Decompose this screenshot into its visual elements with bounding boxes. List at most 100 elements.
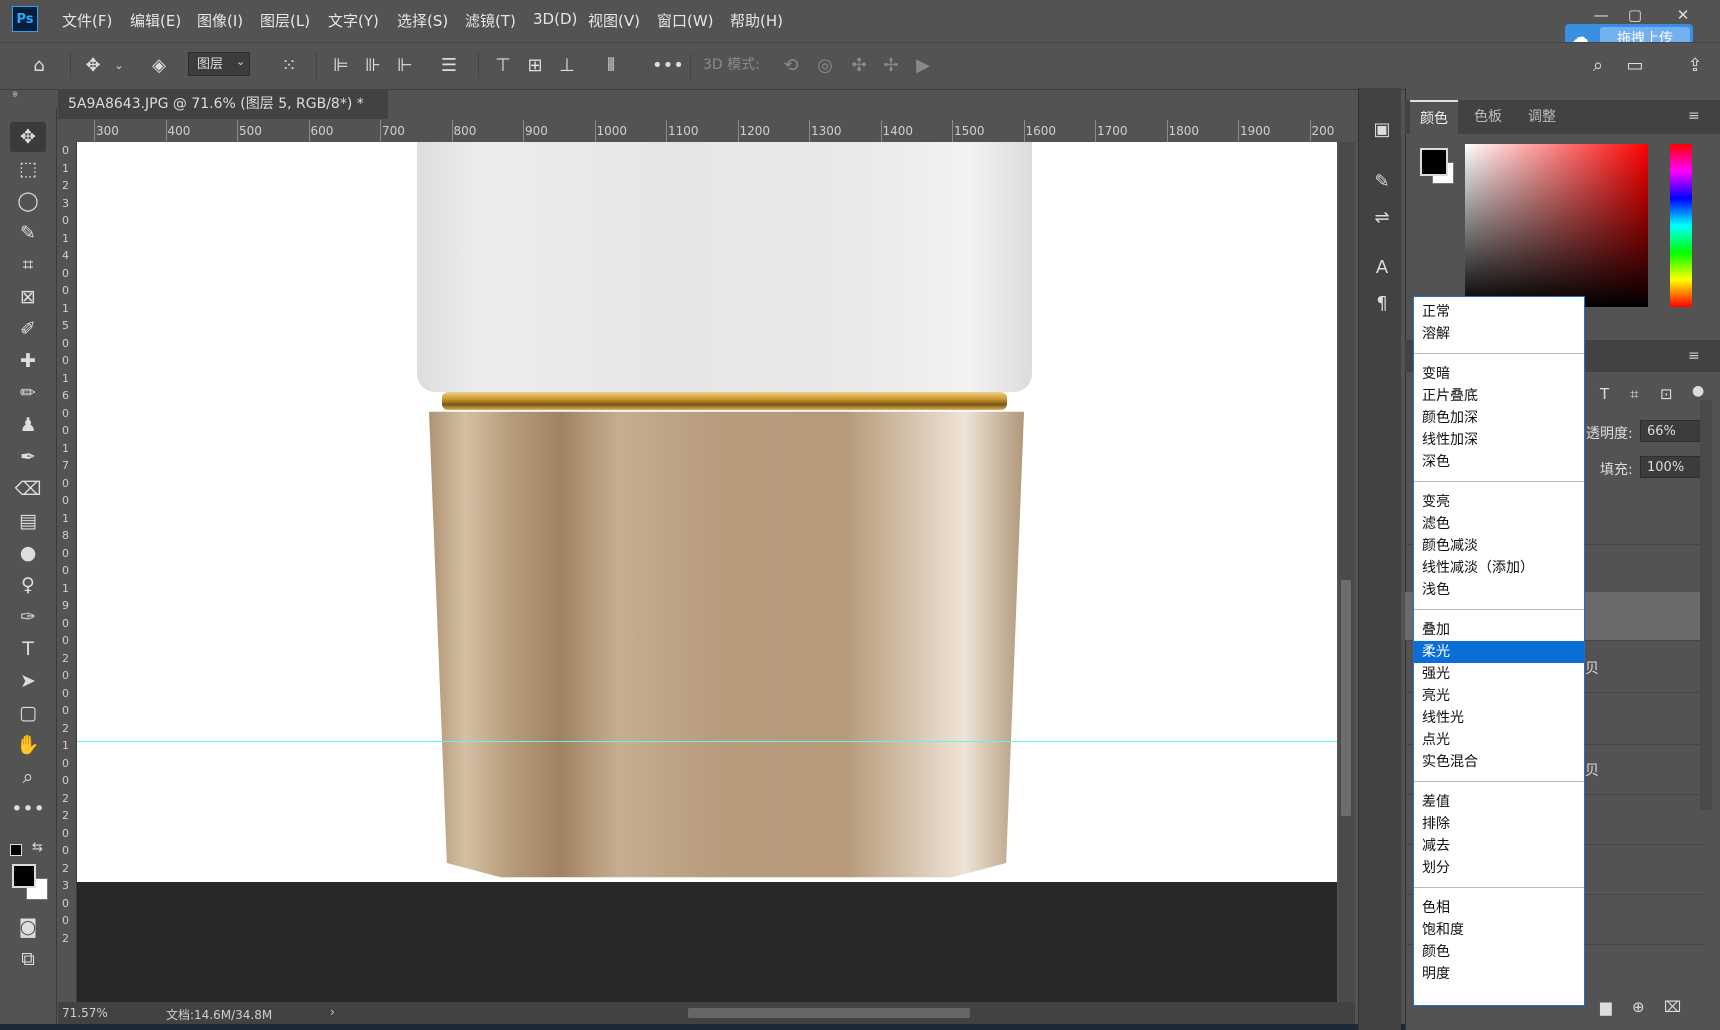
menu-window[interactable]: 窗口(W) [657, 10, 714, 31]
canvas[interactable] [77, 142, 1337, 1006]
blend-mode-option[interactable]: 线性减淡（添加） [1414, 557, 1584, 579]
align-bottom-icon[interactable]: ⊥ [554, 53, 580, 79]
smart-object-filter-icon[interactable]: ⊡ [1660, 385, 1673, 403]
blend-mode-option[interactable]: 强光 [1414, 663, 1584, 685]
more-options-icon[interactable]: ••• [652, 53, 684, 79]
blend-mode-option[interactable]: 柔光 [1414, 641, 1584, 663]
blend-mode-option[interactable]: 点光 [1414, 729, 1584, 751]
dodge-tool-icon[interactable]: ♀ [10, 570, 46, 600]
blend-mode-option[interactable]: 线性光 [1414, 707, 1584, 729]
vertical-scrollbar[interactable] [1339, 142, 1355, 1004]
libraries-icon[interactable]: ▣ [1368, 116, 1396, 144]
blur-tool-icon[interactable]: ● [10, 538, 46, 568]
swap-colors-icon[interactable]: ⇆ [32, 840, 43, 855]
chevron-right-icon[interactable]: › [330, 1005, 335, 1019]
menu-help[interactable]: 帮助(H) [730, 10, 783, 31]
tab-color[interactable]: 颜色 [1410, 100, 1458, 136]
delete-layer-icon[interactable]: ⌧ [1664, 998, 1681, 1016]
menu-filter[interactable]: 滤镜(T) [465, 10, 516, 31]
stamp-tool-icon[interactable]: ♟ [10, 410, 46, 440]
lasso-tool-icon[interactable]: ◯ [10, 186, 46, 216]
align-center-icon[interactable]: ⊪ [360, 53, 386, 79]
edit-toolbar-icon[interactable]: ••• [10, 794, 46, 824]
blend-mode-option[interactable]: 深色 [1414, 451, 1584, 473]
blend-mode-option[interactable]: 亮光 [1414, 685, 1584, 707]
new-layer-icon[interactable]: ⊕ [1632, 998, 1645, 1016]
zoom-tool-icon[interactable]: ⌕ [10, 762, 46, 792]
blend-mode-option[interactable]: 线性加深 [1414, 429, 1584, 451]
hand-tool-icon[interactable]: ✋ [10, 730, 46, 760]
panel-foreground-swatch[interactable] [1420, 148, 1448, 176]
opacity-input[interactable]: 66% [1640, 420, 1708, 442]
document-tab[interactable]: 5A9A8643.JPG @ 71.6% (图层 5, RGB/8*) * ✕ [58, 89, 388, 142]
healing-brush-tool-icon[interactable]: ✚ [10, 346, 46, 376]
frame-tool-icon[interactable]: ⊠ [10, 282, 46, 312]
blend-mode-option[interactable]: 差值 [1414, 791, 1584, 813]
shape-filter-icon[interactable]: ⌗ [1630, 385, 1638, 403]
panel-menu-icon[interactable]: ≡ [1688, 108, 1700, 124]
blend-mode-option[interactable]: 叠加 [1414, 619, 1584, 641]
blend-mode-option[interactable]: 实色混合 [1414, 751, 1584, 773]
brush-tool-icon[interactable]: ✏ [10, 378, 46, 408]
3d-camera-icon[interactable]: ▶ [910, 53, 936, 79]
gradient-tool-icon[interactable]: ▤ [10, 506, 46, 536]
zoom-level[interactable]: 71.57% [62, 1006, 108, 1020]
quick-mask-icon[interactable]: ◙ [10, 912, 46, 942]
search-icon[interactable]: ⌕ [1585, 53, 1611, 79]
3d-pan-icon[interactable]: ✣ [846, 53, 872, 79]
blend-mode-option[interactable]: 正片叠底 [1414, 385, 1584, 407]
blend-mode-option[interactable]: 滤色 [1414, 513, 1584, 535]
blend-mode-option[interactable]: 减去 [1414, 835, 1584, 857]
type-tool-icon[interactable]: T [10, 634, 46, 664]
menu-file[interactable]: 文件(F) [62, 10, 112, 31]
fill-input[interactable]: 100% [1640, 456, 1708, 478]
pen-tool-icon[interactable]: ✑ [10, 602, 46, 632]
filter-toggle-icon[interactable]: ● [1692, 383, 1704, 399]
menu-layer[interactable]: 图层(L) [260, 10, 310, 31]
foreground-color-swatch[interactable] [12, 864, 36, 888]
blend-mode-option[interactable]: 明度 [1414, 963, 1584, 985]
menu-select[interactable]: 选择(S) [397, 10, 448, 31]
character-icon[interactable]: A [1368, 254, 1396, 282]
history-brush-tool-icon[interactable]: ✒ [10, 442, 46, 472]
horizontal-scrollbar-thumb[interactable] [688, 1008, 970, 1018]
align-left-icon[interactable]: ⊫ [328, 53, 354, 79]
crop-tool-icon[interactable]: ⌗ [10, 250, 46, 280]
menu-type[interactable]: 文字(Y) [328, 10, 379, 31]
guide-line[interactable] [77, 741, 1337, 742]
blend-mode-option[interactable]: 变暗 [1414, 363, 1584, 385]
default-colors-icon[interactable] [10, 844, 22, 856]
color-field[interactable] [1465, 144, 1648, 307]
adjustments-icon[interactable]: ⇌ [1368, 204, 1396, 232]
vertical-scrollbar-thumb[interactable] [1341, 580, 1351, 816]
blend-mode-option[interactable]: 颜色加深 [1414, 407, 1584, 429]
workspace-icon[interactable]: ▭ [1622, 53, 1648, 79]
chevron-down-icon[interactable]: ⌄ [106, 53, 132, 79]
blend-mode-option[interactable]: 变亮 [1414, 491, 1584, 513]
eyedropper-tool-icon[interactable]: ✐ [10, 314, 46, 344]
eraser-tool-icon[interactable]: ⌫ [10, 474, 46, 504]
3d-rotate-icon[interactable]: ⟲ [778, 53, 804, 79]
menu-view[interactable]: 视图(V) [588, 10, 640, 31]
panel-menu-icon[interactable]: ≡ [1688, 348, 1700, 364]
home-icon[interactable]: ⌂ [26, 53, 52, 79]
quick-select-tool-icon[interactable]: ✎ [10, 218, 46, 248]
share-icon[interactable]: ⇪ [1682, 53, 1708, 79]
blend-mode-option[interactable]: 划分 [1414, 857, 1584, 879]
blend-mode-option[interactable]: 浅色 [1414, 579, 1584, 601]
blend-mode-option[interactable]: 饱和度 [1414, 919, 1584, 941]
align-top-icon[interactable]: ⊤ [490, 53, 516, 79]
menu-image[interactable]: 图像(I) [197, 10, 243, 31]
paragraph-icon[interactable]: ¶ [1368, 290, 1396, 318]
marquee-tool-icon[interactable]: ⬚ [10, 154, 46, 184]
layers-scrollbar[interactable] [1700, 400, 1712, 810]
new-group-icon[interactable]: ▆ [1600, 998, 1612, 1016]
shape-tool-icon[interactable]: ▢ [10, 698, 46, 728]
auto-select-layers-icon[interactable]: ◈ [146, 53, 172, 79]
align-middle-icon[interactable]: ⊞ [522, 53, 548, 79]
type-filter-icon[interactable]: T [1600, 385, 1609, 403]
blend-mode-option[interactable]: 正常 [1414, 301, 1584, 323]
blend-mode-option[interactable]: 色相 [1414, 897, 1584, 919]
transform-controls-icon[interactable]: ⁙ [276, 53, 302, 79]
align-right-icon[interactable]: ⊩ [392, 53, 418, 79]
